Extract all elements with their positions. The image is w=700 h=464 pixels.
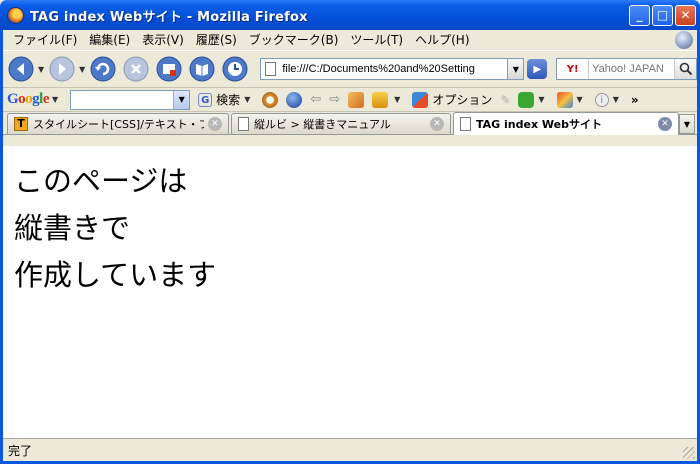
menu-bar: ファイル(F) 編集(E) 表示(V) 履歴(S) ブックマーク(B) ツール(… [3,30,697,50]
options-button[interactable]: オプション [412,91,492,108]
paint-brush-icon[interactable] [556,91,573,108]
search-input[interactable] [589,59,674,79]
menu-history[interactable]: 履歴(S) [190,31,243,49]
url-bar[interactable]: file:///C:/Documents%20and%20Setting [260,58,509,80]
google-g-icon: G [198,92,213,107]
browser-window: TAG index Webサイト - Mozilla Firefox _ □ ✕… [0,0,700,464]
page-content: このページは 縦書きで 作成しています [3,146,697,438]
google-toolbar: Google ▼ ▼ G 検索 ▼ ⇦ ⇨ ▼ オプション ✎ ▼ ▼ i ▼ … [3,88,697,112]
undo-arrow-icon[interactable]: ⇦ [310,92,321,107]
search-engine-icon[interactable]: Y! [557,59,590,79]
reload-icon [90,56,116,82]
minimize-button[interactable]: _ [629,4,650,26]
page-icon [238,117,249,131]
google-search-button[interactable]: G 検索 ▼ [198,91,254,108]
tab-bar: T スタイルシート[CSS]/テキスト・フォ… ✕ 縦ルビ > 縦書きマニュアル… [3,112,697,135]
redo-arrow-icon[interactable]: ⇨ [329,92,340,107]
resize-grip-icon[interactable] [683,447,695,459]
url-dropdown-icon[interactable]: ▼ [508,58,525,80]
highlighter-icon[interactable] [348,91,365,108]
combo-dropdown-icon[interactable]: ▼ [173,90,190,109]
compass-icon[interactable] [262,91,279,108]
status-text: 完了 [8,443,33,458]
title-bar[interactable]: TAG index Webサイト - Mozilla Firefox _ □ ✕ [0,0,700,30]
back-button[interactable] [7,55,35,83]
search-bar: Y! [556,58,697,80]
google-menu-icon[interactable]: ▼ [52,95,58,104]
puzzle-icon[interactable] [518,91,535,108]
page-icon [460,117,471,131]
forward-arrow-icon [49,56,75,82]
bookmarks-button[interactable] [188,55,216,83]
pencil-icon[interactable]: ✎ [500,93,510,107]
google-logo[interactable]: Google [7,91,50,108]
menu-bookmarks[interactable]: ブックマーク(B) [243,31,345,49]
book-icon [189,56,215,82]
close-button[interactable]: ✕ [675,4,696,26]
url-text: file:///C:/Documents%20and%20Setting [282,63,475,75]
go-icon[interactable]: ▶ [527,59,548,79]
tab-close-icon[interactable]: ✕ [658,117,672,131]
clock-icon [222,56,248,82]
content-line: 作成しています [14,258,217,292]
back-arrow-icon [8,56,34,82]
info-icon[interactable]: i [594,92,609,107]
reload-button[interactable] [89,55,117,83]
menu-file[interactable]: ファイル(F) [7,31,83,49]
menu-help[interactable]: ヘルプ(H) [409,31,475,49]
firefox-icon [7,6,24,24]
content-line: このページは [14,164,188,198]
forward-dropdown-icon[interactable]: ▼ [79,65,85,74]
maximize-button[interactable]: □ [652,4,673,26]
navigation-toolbar: ▼ ▼ file:///C:/Documents%20and%20Setting… [3,50,697,88]
tab-close-icon[interactable]: ✕ [208,117,222,131]
throbber-icon [675,31,693,49]
status-bar: 完了 [3,438,697,461]
new-tab-button[interactable] [155,55,183,83]
pagerank-icon[interactable] [286,91,303,108]
page-icon [265,62,277,76]
forward-button[interactable] [48,55,76,83]
window-title: TAG index Webサイト - Mozilla Firefox [30,9,308,25]
more-chevron-icon[interactable]: » [631,93,639,107]
google-search-input[interactable]: ▼ [70,89,191,110]
menu-view[interactable]: 表示(V) [136,31,190,49]
options-icon [412,91,429,108]
tab-css-text[interactable]: T スタイルシート[CSS]/テキスト・フォ… ✕ [7,113,229,134]
search-icon[interactable] [674,59,696,79]
tag-index-icon: T [14,117,28,131]
menu-edit[interactable]: 編集(E) [83,31,136,49]
stop-icon [123,56,149,82]
tab-close-icon[interactable]: ✕ [430,117,444,131]
tab-list-dropdown-icon[interactable]: ▼ [679,114,695,134]
content-line: 縦書きで [14,211,131,245]
bookmark-add-icon[interactable] [372,91,389,108]
back-dropdown-icon[interactable]: ▼ [38,65,44,74]
browser-client: ファイル(F) 編集(E) 表示(V) 履歴(S) ブックマーク(B) ツール(… [3,30,697,461]
history-button[interactable] [221,55,249,83]
new-tab-icon [156,56,182,82]
stop-button[interactable] [122,55,150,83]
tab-tag-index[interactable]: TAG index Webサイト ✕ [453,112,679,135]
tab-vertical-ruby[interactable]: 縦ルビ > 縦書きマニュアル ✕ [231,113,451,134]
menu-tools[interactable]: ツール(T) [344,31,409,49]
